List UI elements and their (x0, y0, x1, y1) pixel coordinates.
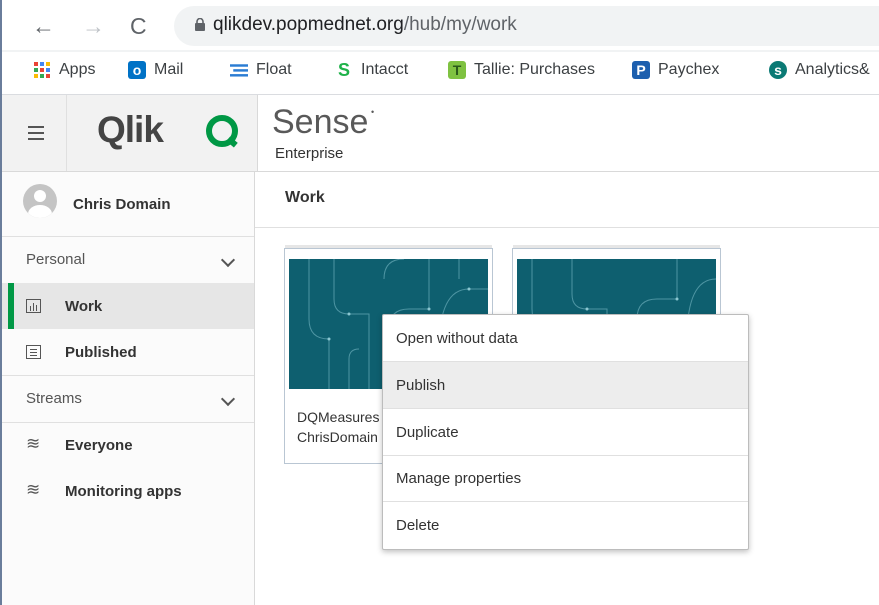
menu-item-manage-properties[interactable]: Manage properties (383, 455, 748, 502)
app-title: DQMeasures (297, 409, 380, 425)
bookmark-label: Mail (154, 61, 184, 78)
bookmark-tallie[interactable]: T Tallie: Purchases (448, 61, 595, 79)
sidebar-item-label: Monitoring apps (65, 483, 182, 500)
bookmark-float[interactable]: Float (230, 61, 292, 79)
reload-icon[interactable]: C (130, 6, 147, 46)
divider (255, 227, 879, 228)
url-host: qlikdev.popmednet.org (213, 14, 404, 35)
user-profile[interactable]: Chris Domain (2, 172, 254, 237)
bookmark-analytics[interactable]: s Analytics& (769, 61, 870, 79)
page-title: Work (285, 189, 325, 206)
bookmark-label: Analytics& (795, 61, 870, 78)
menu-item-label: Duplicate (396, 424, 459, 441)
bookmark-apps[interactable]: Apps (33, 61, 95, 79)
bookmark-label: Intacct (361, 61, 409, 78)
chevron-down-icon (220, 391, 236, 407)
avatar (23, 184, 57, 218)
trademark-mark: • (371, 107, 375, 117)
bookmark-mail[interactable]: o Mail (128, 61, 183, 79)
sidebar-item-published[interactable]: Published (2, 329, 254, 375)
menu-item-open-without-data[interactable]: Open without data (383, 315, 748, 362)
bookmark-label: Tallie: Purchases (474, 61, 595, 78)
published-icon (26, 345, 41, 359)
menu-item-delete[interactable]: Delete (383, 502, 748, 548)
hamburger-menu-icon[interactable] (2, 95, 67, 171)
work-icon (26, 299, 41, 313)
sidebar: Chris Domain Personal Work Published Str… (2, 172, 255, 605)
menu-item-label: Manage properties (396, 470, 522, 487)
apps-grid-icon (33, 61, 51, 79)
back-icon[interactable]: ← (32, 6, 55, 46)
context-menu: Open without data Publish Duplicate Mana… (382, 314, 749, 550)
menu-item-publish[interactable]: Publish (383, 362, 748, 409)
menu-item-label: Open without data (396, 330, 518, 347)
outlook-icon: o (128, 61, 146, 79)
menu-item-label: Delete (396, 517, 440, 534)
lock-icon (195, 18, 205, 31)
product-edition: Enterprise (275, 145, 344, 162)
intacct-icon: S (337, 59, 350, 80)
tallie-icon: T (448, 61, 466, 79)
app-header: Qlik Sense • Enterprise (2, 95, 879, 172)
url-path: /hub/my/work (403, 14, 517, 35)
paychex-icon: P (632, 61, 650, 79)
section-label: Personal (26, 251, 86, 268)
section-personal[interactable]: Personal (2, 237, 254, 284)
sharepoint-icon: s (769, 61, 787, 79)
bookmark-label: Paychex (658, 61, 720, 78)
menu-item-label: Publish (396, 377, 446, 394)
float-icon (230, 61, 248, 79)
sidebar-item-label: Everyone (65, 437, 133, 454)
product-name: Sense (272, 103, 369, 141)
bookmark-label: Float (256, 61, 292, 78)
qlik-logo[interactable]: Qlik (67, 95, 258, 171)
sidebar-item-everyone[interactable]: ≋ Everyone (2, 422, 254, 468)
chevron-down-icon (220, 252, 236, 268)
address-text[interactable]: qlikdev.popmednet.org/hub/my/work (213, 14, 517, 36)
menu-item-duplicate[interactable]: Duplicate (383, 409, 748, 456)
brand-text: Qlik (97, 109, 164, 150)
section-streams[interactable]: Streams (2, 375, 254, 423)
sidebar-item-label: Published (65, 344, 137, 361)
bookmark-intacct[interactable]: S Intacct (335, 59, 409, 80)
app-owner: ChrisDomain (297, 429, 378, 445)
sidebar-item-label: Work (65, 298, 103, 315)
stream-icon: ≋ (26, 480, 41, 499)
sidebar-item-work[interactable]: Work (2, 283, 254, 329)
bookmark-label: Apps (59, 61, 96, 78)
sidebar-item-monitoring-apps[interactable]: ≋ Monitoring apps (2, 468, 254, 514)
bookmarks-bar: Apps o Mail Float S Intacct T Tallie: Pu… (2, 52, 879, 95)
user-name: Chris Domain (73, 196, 171, 213)
forward-icon[interactable]: → (82, 6, 105, 46)
bookmark-paychex[interactable]: P Paychex (632, 61, 719, 79)
section-label: Streams (26, 390, 82, 407)
stream-icon: ≋ (26, 434, 41, 453)
